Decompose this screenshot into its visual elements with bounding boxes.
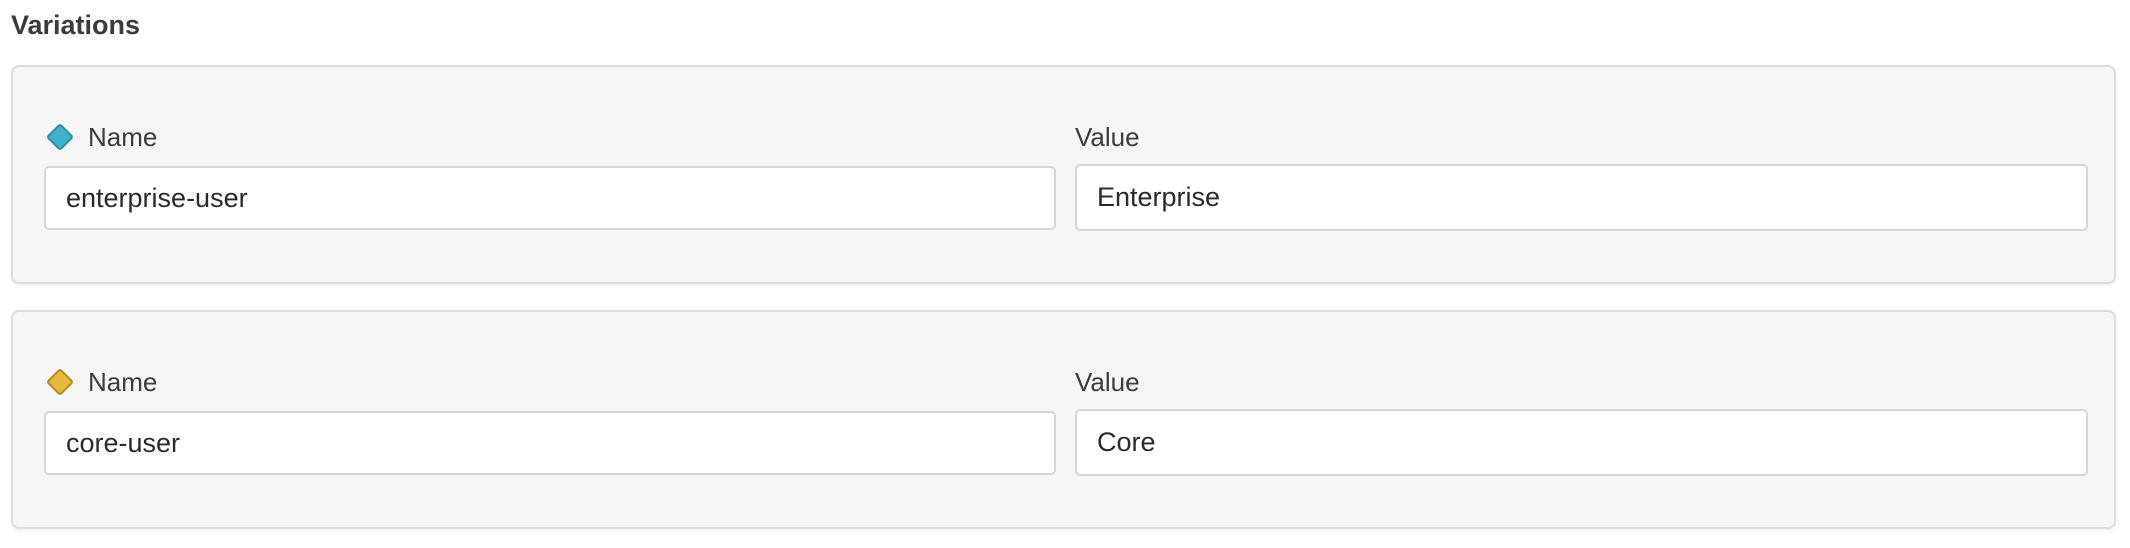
name-label-1: Name <box>44 121 157 153</box>
diamond-icon <box>45 122 75 152</box>
section-title: Variations <box>11 10 141 40</box>
value-label-2: Value <box>1075 367 1140 397</box>
variation-value-input-1[interactable] <box>1075 164 2088 231</box>
variation-card-2: Name Value <box>11 310 2116 529</box>
variation-card-1: Name Value <box>11 65 2116 284</box>
variation-name-input-2[interactable] <box>44 411 1056 475</box>
name-label-2: Name <box>44 366 157 398</box>
variation-name-input-1[interactable] <box>44 166 1056 230</box>
diamond-icon <box>45 367 75 397</box>
name-label-text: Name <box>88 367 158 397</box>
value-label-1: Value <box>1075 122 1140 152</box>
variation-value-input-2[interactable] <box>1075 409 2088 476</box>
name-label-text: Name <box>88 122 158 152</box>
